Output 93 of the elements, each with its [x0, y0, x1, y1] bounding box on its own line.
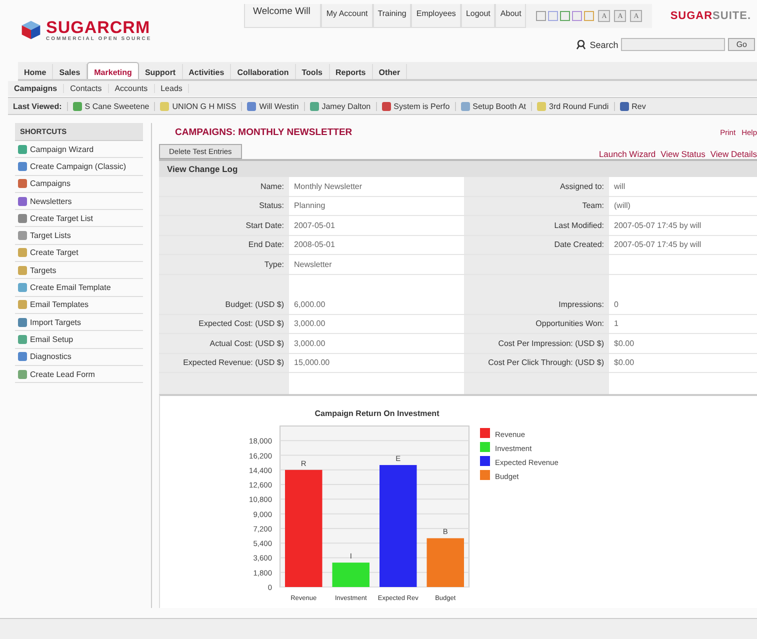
action-link[interactable]: Launch Wizard [598, 149, 656, 159]
shortcut-link[interactable]: Diagnostics [15, 348, 143, 366]
sub-tab[interactable]: Leads [154, 84, 190, 93]
welcome-text: Welcome Will [244, 4, 322, 28]
value-cell: will [609, 177, 757, 196]
recent-item[interactable]: 3rd Round Fundi [531, 102, 614, 110]
value-cell: 6,000.00 [289, 295, 464, 314]
recent-item[interactable]: Setup Booth At [454, 102, 532, 110]
nav-tab[interactable]: Home [18, 64, 54, 79]
recent-item[interactable]: Rev [614, 102, 651, 110]
nav-tab[interactable]: Other [372, 64, 408, 79]
value-cell: Newsletter [289, 255, 464, 274]
label-cell: End Date: [159, 236, 289, 255]
go-button[interactable]: Go [728, 38, 755, 51]
shortcut-link[interactable]: Campaign Wizard [15, 141, 143, 158]
search-people-icon [576, 40, 587, 50]
label-cell: Opportunities Won: [464, 314, 609, 334]
shortcut-link[interactable]: Newsletters [15, 192, 143, 210]
cube-logo-icon [20, 19, 42, 41]
nav-tab[interactable]: Reports [330, 64, 373, 79]
last-viewed-label: Last Viewed: [12, 102, 63, 110]
label-cell: Budget: (USD $) [159, 295, 289, 314]
theme-swatch[interactable] [548, 11, 558, 21]
value-cell: Monthly Newsletter [289, 177, 464, 196]
value-cell: 3,000.00 [289, 334, 464, 354]
recent-item[interactable]: Jamey Dalton [304, 102, 376, 110]
sub-tab[interactable]: Contacts [64, 84, 109, 93]
recent-item[interactable]: Will Westin [241, 102, 304, 110]
recent-item[interactable]: UNION G H MISS [154, 102, 242, 110]
nav-tab[interactable]: Tools [296, 64, 330, 79]
sub-tab[interactable]: Campaigns [8, 84, 64, 93]
nav-tab[interactable]: Collaboration [231, 64, 296, 79]
recent-item[interactable]: System is Perfo [376, 102, 455, 110]
theme-swatch[interactable] [584, 11, 594, 21]
shortcut-link[interactable]: Email Setup [15, 331, 143, 349]
shortcut-link[interactable]: Create Email Template [15, 279, 143, 297]
label-cell: Start Date: [159, 216, 289, 236]
value-cell: Planning [289, 196, 464, 216]
chart-title: Campaign Return On Investment [314, 408, 440, 418]
label-cell: Status: [159, 196, 289, 216]
nav-tab[interactable]: Support [138, 64, 183, 79]
action-link[interactable]: View Status [660, 149, 706, 159]
label-cell: Assigned to: [464, 177, 609, 196]
value-cell: 15,000.00 [289, 354, 464, 373]
top-link[interactable]: Logout [460, 4, 496, 28]
theme-swatch[interactable] [572, 11, 582, 21]
shortcut-link[interactable]: Target Lists [15, 227, 143, 245]
label-cell: Name: [159, 177, 289, 196]
top-link[interactable]: Employees [411, 4, 461, 28]
shortcut-link[interactable]: Campaigns [15, 176, 143, 193]
value-cell: $0.00 [609, 334, 757, 354]
label-cell: Cost Per Impression: (USD $) [464, 334, 609, 354]
value-cell: 3,000.00 [289, 314, 464, 334]
search-field[interactable] [621, 38, 726, 51]
value-cell: 1 [609, 314, 757, 334]
shortcut-link[interactable]: Create Lead Form [15, 366, 143, 384]
label-cell: Date Created: [464, 236, 609, 255]
value-cell: 2007-05-01 [289, 216, 464, 236]
search-label: Search [590, 40, 618, 50]
shortcut-link[interactable]: Email Templates [15, 296, 143, 314]
shortcut-link[interactable]: Create Campaign (Classic) [15, 158, 143, 176]
label-cell: Last Modified: [464, 216, 609, 236]
value-cell: 0 [609, 295, 757, 314]
section-header: View Change Log [159, 159, 757, 177]
value-cell: 2008-05-01 [289, 236, 464, 255]
shortcut-link[interactable]: Create Target [15, 244, 143, 262]
value-cell: (will) [609, 196, 757, 216]
top-link[interactable]: My Account [321, 4, 373, 28]
theme-swatch[interactable] [536, 11, 546, 21]
label-cell: Expected Revenue: (USD $) [159, 354, 289, 373]
page-title: CAMPAIGNS: MONTHLY NEWSLETTER [174, 126, 352, 138]
value-cell: $0.00 [609, 354, 757, 373]
top-link[interactable]: Training [372, 4, 412, 28]
nav-tab[interactable]: Marketing [87, 62, 139, 79]
sub-tab[interactable]: Accounts [108, 84, 155, 93]
label-cell: Type: [159, 255, 289, 274]
shortcut-link[interactable]: Targets [15, 262, 143, 280]
shortcut-link[interactable]: Import Targets [15, 314, 143, 332]
label-cell: Expected Cost: (USD $) [159, 314, 289, 334]
label-cell: Actual Cost: (USD $) [159, 334, 289, 354]
value-cell: 2007-05-07 17:45 by will [609, 236, 757, 255]
logo-wordmark: SUGARCRM [46, 18, 152, 36]
label-cell: Impressions: [464, 295, 609, 314]
theme-swatch[interactable] [560, 11, 570, 21]
top-link[interactable]: About [495, 4, 526, 28]
value-cell: 2007-05-07 17:45 by will [609, 216, 757, 236]
brand-logo: SUGARSUITE. [669, 9, 752, 24]
label-cell: Cost Per Click Through: (USD $) [464, 354, 609, 373]
nav-tab[interactable]: Activities [182, 64, 232, 79]
recent-item[interactable]: S Cane Sweetene [66, 102, 154, 110]
label-cell: Team: [464, 196, 609, 216]
action-link[interactable]: View Details [710, 149, 757, 159]
shortcut-link[interactable]: Create Target List [15, 210, 143, 228]
